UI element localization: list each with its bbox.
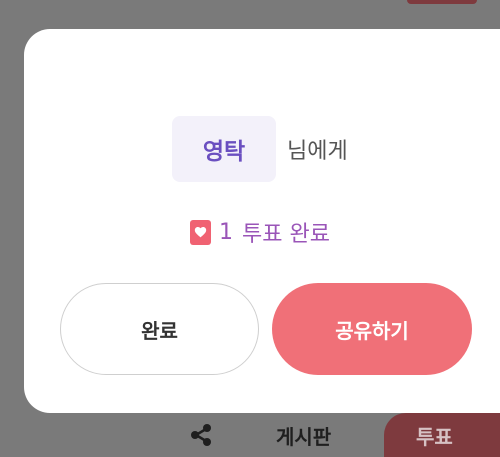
vote-complete-dialog: 영탁 님에게 1 투표 완료 완료 공유하기 <box>24 29 500 413</box>
heart-icon <box>190 219 211 245</box>
bottom-bar: 게시판 투표 <box>0 413 500 457</box>
recipient-suffix: 님에게 <box>287 139 348 164</box>
recipient-row: 영탁 님에게 <box>172 116 348 182</box>
vote-tab-label: 투표 <box>416 425 453 449</box>
recipient-name-chip: 영탁 <box>172 116 276 182</box>
vote-complete-text: 투표 완료 <box>242 222 330 247</box>
vote-tab[interactable]: 투표 <box>384 413 500 457</box>
done-button[interactable]: 완료 <box>60 283 259 375</box>
recipient-name: 영탁 <box>202 139 246 165</box>
vote-count: 1 <box>219 219 233 245</box>
share-button[interactable]: 공유하기 <box>272 283 472 375</box>
share-icon[interactable] <box>187 421 215 449</box>
done-button-label: 완료 <box>141 318 178 343</box>
background-vote-tab-edge <box>407 0 477 4</box>
board-tab[interactable]: 게시판 <box>276 421 331 450</box>
vote-status: 1 투표 완료 <box>190 216 330 248</box>
share-button-label: 공유하기 <box>335 318 409 343</box>
